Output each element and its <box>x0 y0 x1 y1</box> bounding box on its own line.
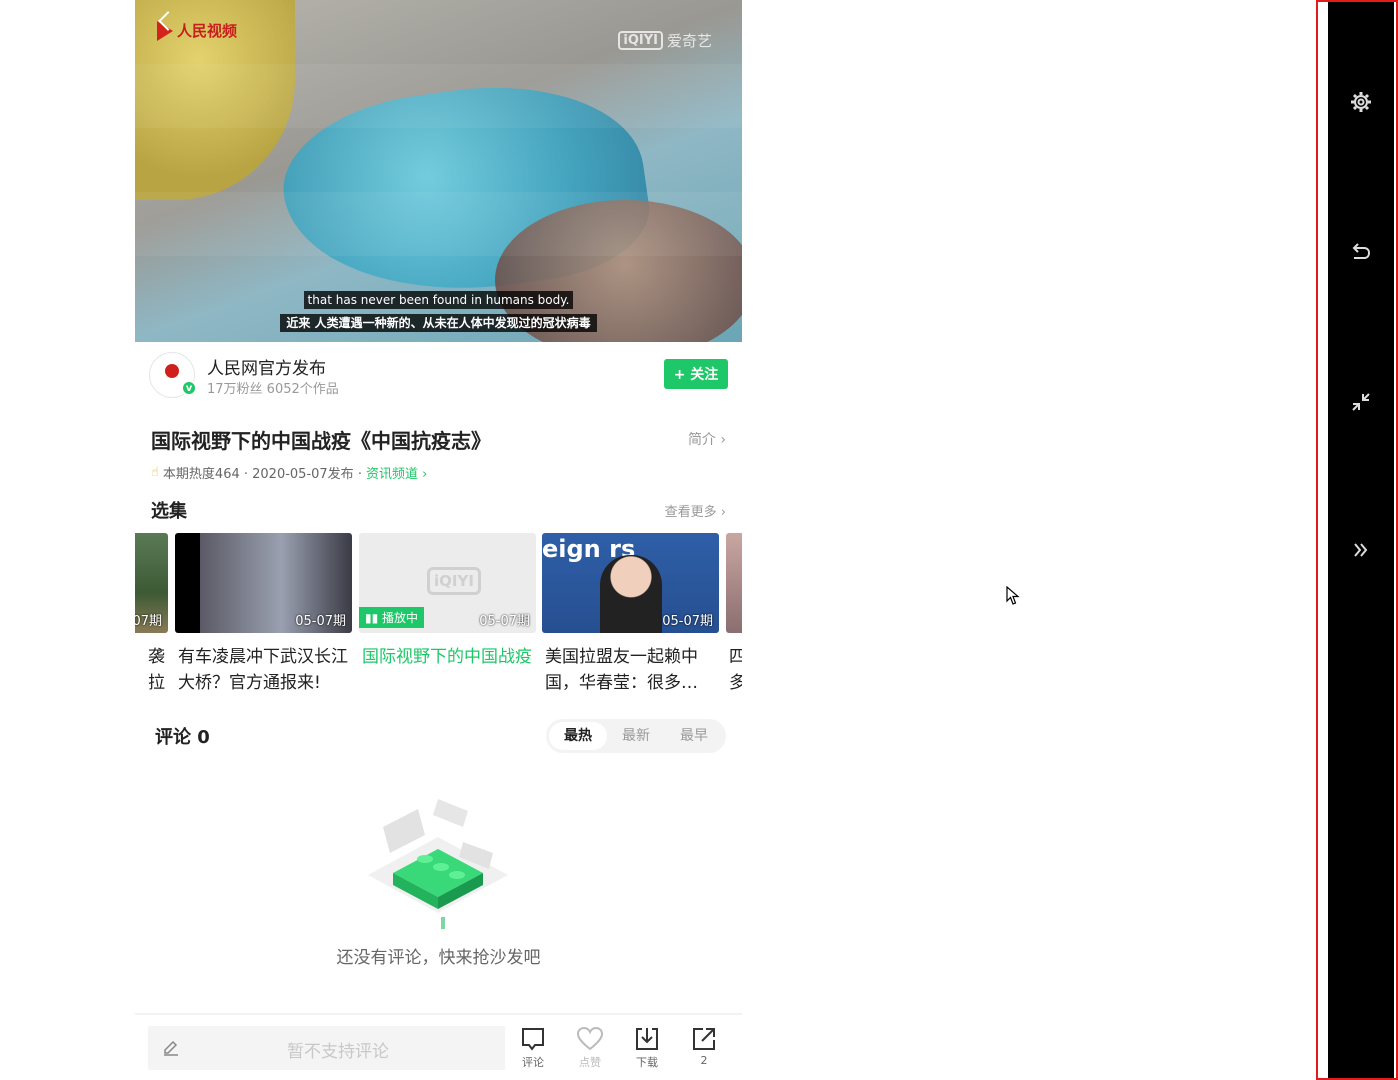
video-band <box>135 64 742 128</box>
video-title: 国际视野下的中国战疫《中国抗疫志》 <box>151 429 491 453</box>
episode-thumbnail: 05-07期 <box>175 533 352 633</box>
playing-badge: ▮▮ 播放中 <box>359 607 425 628</box>
share-button[interactable]: 2 <box>684 1026 724 1067</box>
comment-label: 评论 <box>522 1056 544 1069</box>
empty-comments-text: 还没有评论，快来抢沙发吧 <box>336 948 541 968</box>
empty-comments-illustration <box>368 799 508 929</box>
channel-link[interactable]: 资讯频道 › <box>366 463 427 482</box>
comment-input[interactable]: 暂不支持评论 <box>148 1026 505 1070</box>
comments-title: 评论 0 <box>155 727 210 748</box>
equalizer-icon: ▮▮ <box>365 611 379 625</box>
iqiyi-logo: iQIYI <box>427 567 481 595</box>
heart-icon <box>576 1026 604 1051</box>
like-button[interactable]: 点赞 <box>570 1026 610 1070</box>
episodes-title: 选集 <box>151 501 187 522</box>
tab-newest[interactable]: 最新 <box>607 722 665 750</box>
episode-item[interactable]: 07期 袭 拉 <box>135 533 168 696</box>
tab-oldest[interactable]: 最早 <box>665 722 723 750</box>
download-button[interactable]: 下载 <box>627 1026 667 1070</box>
divider <box>135 1013 742 1015</box>
side-panel-frame <box>1316 0 1398 1080</box>
app-window: 人民视频 iQIYI 爱奇艺 that has never been found… <box>135 0 742 1080</box>
video-band <box>135 192 742 256</box>
episode-item-current[interactable]: iQIYI ▮▮ 播放中 05-07期 国际视野下的中国战疫 <box>359 533 536 696</box>
episode-caption: 有车凌晨冲下武汉长江大桥？官方通报来! <box>178 647 348 693</box>
avatar-logo-icon <box>165 364 179 378</box>
episode-item[interactable]: 05-07期 有车凌晨冲下武汉长江大桥？官方通报来! <box>175 533 352 696</box>
episode-date: 05-07期 <box>662 614 713 629</box>
like-label: 点赞 <box>579 1056 601 1069</box>
subtitle-chinese-text: 近来 人类遭遇一种新的、从未在人体中发现过的冠状病毒 <box>280 314 597 332</box>
episode-list: 07期 袭 拉 05-07期 有车凌晨冲下武汉长江大桥？官方通报来! iQIYI… <box>135 533 742 698</box>
intro-link[interactable]: 简介 › <box>688 429 726 449</box>
watermark: iQIYI 爱奇艺 <box>618 30 712 51</box>
episode-caption: 四 多 <box>729 647 742 693</box>
watermark-text: 爱奇艺 <box>666 32 712 50</box>
undo-icon[interactable] <box>1349 240 1373 264</box>
download-icon <box>636 1028 658 1050</box>
hot-icon: ☝ <box>151 465 159 480</box>
episode-item[interactable]: eign rs 05-07期 美国拉盟友一起赖中国，华春莹：很多… <box>542 533 719 696</box>
subtitle-chinese: 近来 人类遭遇一种新的、从未在人体中发现过的冠状病毒 <box>135 312 742 332</box>
episode-date: 05-07期 <box>295 614 346 629</box>
logo-text: 人民视频 <box>177 22 238 40</box>
watermark-brand: iQIYI <box>618 31 663 50</box>
collapse-icon[interactable] <box>1349 390 1373 414</box>
avatar[interactable]: v <box>149 352 197 398</box>
author-row: v 人民网官方发布 17万粉丝 6052个作品 + 关注 <box>149 350 729 400</box>
download-label: 下载 <box>636 1056 658 1069</box>
expand-chevrons-icon[interactable] <box>1349 538 1373 562</box>
subtitle-english: that has never been found in humans body… <box>135 289 742 309</box>
video-meta: ☝ 本期热度464 · 2020-05-07发布 · 资讯频道 › <box>151 463 427 482</box>
video-player[interactable]: 人民视频 iQIYI 爱奇艺 that has never been found… <box>135 0 742 342</box>
share-count: 2 <box>700 1054 708 1067</box>
episode-date: 05-07期 <box>479 614 530 629</box>
comment-sort-tabs: 最热 最新 最早 <box>546 719 726 753</box>
tab-hottest[interactable]: 最热 <box>549 722 607 750</box>
share-icon <box>693 1028 715 1050</box>
author-name[interactable]: 人民网官方发布 <box>207 354 326 379</box>
episode-caption: 国际视野下的中国战疫 <box>362 647 532 667</box>
comment-button[interactable]: 评论 <box>513 1026 553 1070</box>
side-panel <box>1328 2 1394 1078</box>
thumbnail-person <box>600 555 662 633</box>
episode-item[interactable]: 四 多 <box>726 533 742 696</box>
episode-thumbnail: eign rs 05-07期 <box>542 533 719 633</box>
episode-thumbnail: iQIYI ▮▮ 播放中 05-07期 <box>359 533 536 633</box>
comment-icon <box>522 1028 544 1051</box>
episode-caption: 美国拉盟友一起赖中国，华春莹：很多… <box>545 647 698 693</box>
subtitle-english-text: that has never been found in humans body… <box>303 291 574 309</box>
episode-caption: 袭 拉 <box>148 647 165 693</box>
author-stats: 17万粉丝 6052个作品 <box>207 382 339 397</box>
meta-text: 本期热度464 · 2020-05-07发布 · <box>162 467 362 482</box>
episode-thumbnail <box>726 533 742 633</box>
see-more-link[interactable]: 查看更多 › <box>665 501 726 520</box>
follow-button[interactable]: + 关注 <box>664 359 728 389</box>
episode-thumbnail: 07期 <box>135 533 168 633</box>
verified-badge: v <box>181 380 197 396</box>
mouse-cursor-icon <box>1006 586 1020 605</box>
episode-date: 07期 <box>135 614 162 629</box>
playing-label: 播放中 <box>382 611 419 625</box>
settings-icon[interactable] <box>1349 90 1373 114</box>
comment-placeholder: 暂不支持评论 <box>287 1042 389 1062</box>
